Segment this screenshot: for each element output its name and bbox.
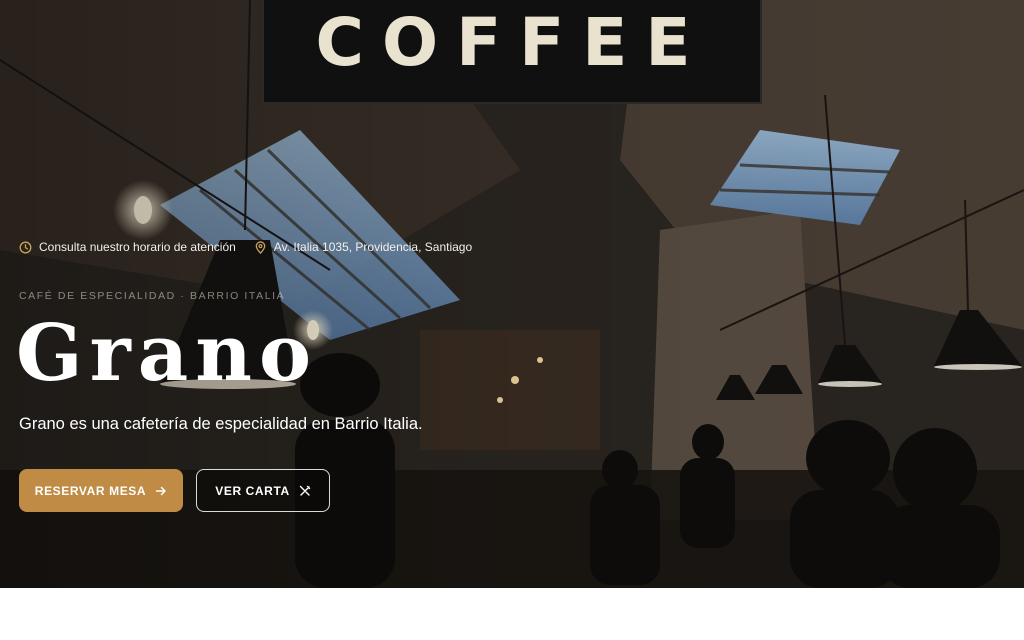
view-menu-button[interactable]: VER CARTA <box>196 469 330 512</box>
hours-text: Consulta nuestro horario de atención <box>39 240 236 254</box>
reserve-table-button[interactable]: RESERVAR MESA <box>19 469 183 512</box>
map-pin-icon <box>255 240 266 254</box>
page-title: Grano <box>16 308 318 399</box>
view-menu-label: VER CARTA <box>215 483 290 498</box>
clock-icon <box>19 241 32 253</box>
utensils-icon <box>299 485 310 496</box>
reserve-table-label: RESERVAR MESA <box>34 483 147 498</box>
address-text: Av. Italia 1035, Providencia, Santiago <box>273 240 473 254</box>
arrow-right-icon <box>155 486 166 495</box>
address-info[interactable]: Av. Italia 1035, Providencia, Santiago <box>254 240 472 254</box>
coffee-sign: COFFEE <box>262 0 762 104</box>
info-bar: Consulta nuestro horario de atención Av.… <box>19 240 472 254</box>
hero-section: COFFEE Consulta nuestro horario de atenc… <box>0 0 1024 588</box>
hours-info[interactable]: Consulta nuestro horario de atención <box>19 240 236 254</box>
coffee-sign-text: COFFEE <box>315 4 709 81</box>
hero-eyebrow: CAFÉ DE ESPECIALIDAD · BARRIO ITALIA <box>19 290 286 302</box>
hero-subtitle: Grano es una cafetería de especialidad e… <box>19 415 423 433</box>
